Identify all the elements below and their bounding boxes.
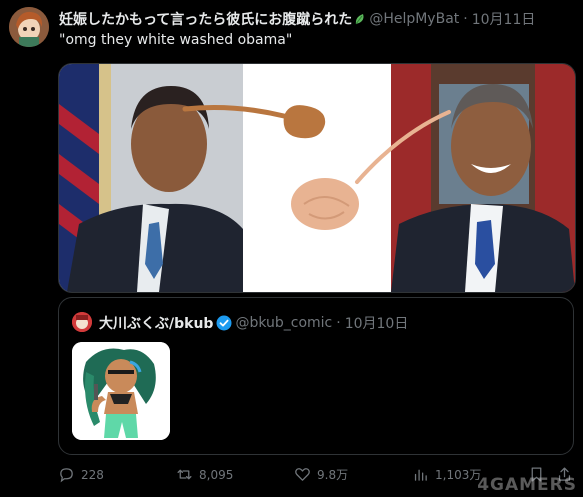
- tweet-header: 妊娠したかもって言ったら彼氏にお腹蹴られた @HelpMyBat · 10月11…: [59, 9, 573, 29]
- heart-icon: [295, 468, 310, 481]
- view-count: 1,103万: [435, 468, 482, 482]
- reply-icon: [60, 468, 73, 483]
- retweet-icon: [177, 469, 192, 480]
- handle[interactable]: @HelpMyBat: [369, 11, 459, 27]
- tweet-date[interactable]: 10月11日: [472, 9, 536, 29]
- retweet-count: 8,095: [199, 467, 234, 482]
- verified-badge-icon: [216, 315, 232, 331]
- reply-count: 228: [81, 467, 104, 482]
- tweet-media[interactable]: [58, 63, 576, 293]
- avatar-image: [9, 7, 49, 47]
- leaf-icon: [355, 14, 364, 25]
- like-count: 9.8万: [317, 468, 349, 482]
- watermark: 4GAMERS: [477, 475, 577, 495]
- like-action[interactable]: 9.8万: [294, 466, 348, 483]
- quote-display-name[interactable]: 大川ぶくぶ/bkub: [99, 313, 213, 333]
- tweet-text: "omg they white washed obama": [59, 32, 293, 48]
- avatar[interactable]: [9, 7, 49, 47]
- separator: ·: [463, 11, 468, 27]
- quote-handle[interactable]: @bkub_comic: [235, 315, 332, 331]
- quote-media-thumbnail[interactable]: [72, 342, 170, 440]
- views-action[interactable]: 1,103万: [412, 466, 481, 483]
- bar-chart-icon: [414, 469, 427, 481]
- retweet-action[interactable]: 8,095: [176, 466, 233, 483]
- quote-header: 大川ぶくぶ/bkub @bkub_comic · 10月10日: [99, 313, 408, 333]
- quote-date[interactable]: 10月10日: [345, 313, 409, 333]
- quoted-tweet[interactable]: 大川ぶくぶ/bkub @bkub_comic · 10月10日: [58, 297, 574, 455]
- quote-separator: ·: [336, 315, 341, 331]
- quote-avatar-image: [72, 312, 92, 332]
- media-image: [59, 64, 575, 292]
- reply-action[interactable]: 228: [58, 466, 104, 483]
- quote-media-image: [72, 342, 170, 440]
- display-name[interactable]: 妊娠したかもって言ったら彼氏にお腹蹴られた: [59, 9, 352, 29]
- quote-avatar[interactable]: [72, 312, 92, 332]
